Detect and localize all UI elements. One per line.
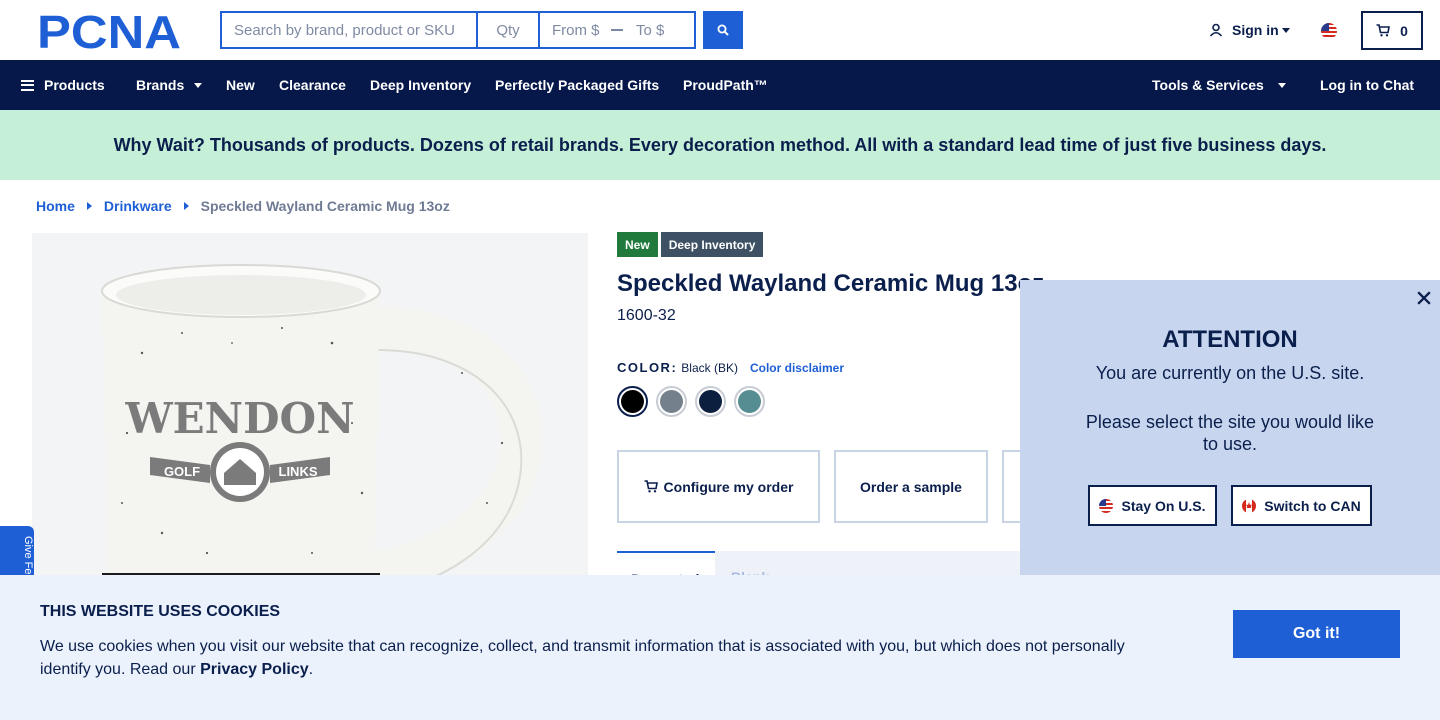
nav-tools-label: Tools & Services [1152, 77, 1264, 93]
caret-right-icon [86, 202, 92, 210]
nav-clearance[interactable]: Clearance [279, 60, 346, 110]
chevron-down-icon [1277, 82, 1286, 88]
canada-flag-icon [1242, 498, 1257, 513]
nav-proudpath[interactable]: ProudPath™ [683, 60, 768, 110]
accept-cookies-button[interactable]: Got it! [1233, 610, 1400, 658]
mug-logo-left: GOLF [164, 464, 200, 479]
log-in-to-chat-link[interactable]: Log in to Chat [1320, 60, 1414, 110]
caret-right-icon [183, 202, 189, 210]
configure-order-label: Configure my order [663, 478, 794, 495]
nav-new-label: New [226, 77, 255, 93]
breadcrumb: Home Drinkware Speckled Wayland Ceramic … [36, 198, 450, 214]
badge-new: New [617, 232, 658, 257]
modal-title: ATTENTION [1162, 326, 1298, 353]
nav-new[interactable]: New [226, 60, 255, 110]
sign-in-label: Sign in [1232, 22, 1279, 38]
swatch-teal[interactable] [734, 386, 765, 417]
site-header: PCNA Sign in [0, 0, 1440, 60]
user-icon [1209, 23, 1223, 37]
nav-brands-label: Brands [136, 77, 185, 93]
breadcrumb-home[interactable]: Home [36, 198, 75, 214]
modal-select-text: Please select the site you would like to… [1085, 412, 1375, 454]
us-flag-icon[interactable] [1321, 23, 1337, 39]
promo-banner: Why Wait? Thousands of products. Dozens … [0, 110, 1440, 180]
mug-logo-right: LINKS [279, 464, 318, 479]
cookie-text: We use cookies when you visit our websit… [40, 635, 1150, 681]
color-value: Black (BK) [681, 361, 738, 375]
search-input[interactable] [222, 13, 478, 47]
main-nav: Products Brands New Clearance Deep Inven… [0, 60, 1440, 110]
swatch-navy[interactable] [695, 386, 726, 417]
nav-brands[interactable]: Brands [136, 60, 203, 110]
cart-count: 0 [1400, 22, 1408, 39]
product-badges: New Deep Inventory [617, 232, 764, 257]
switch-to-can-label: Switch to CAN [1264, 497, 1361, 514]
price-to-input[interactable] [624, 13, 694, 47]
search-button[interactable] [703, 11, 743, 49]
chevron-down-icon [1281, 27, 1290, 33]
swatch-black[interactable] [617, 386, 648, 417]
svg-text:PCNA: PCNA [37, 12, 181, 50]
nav-deep-inventory[interactable]: Deep Inventory [370, 60, 471, 110]
color-disclaimer-link[interactable]: Color disclaimer [750, 361, 844, 375]
chat-label: Log in to Chat [1320, 77, 1415, 93]
cart-icon [644, 480, 658, 493]
nav-gifts-label: Perfectly Packaged Gifts [495, 77, 660, 93]
cookie-period: . [308, 661, 314, 678]
breadcrumb-current: Speckled Wayland Ceramic Mug 13oz [200, 198, 450, 214]
switch-to-can-button[interactable]: Switch to CAN [1231, 485, 1372, 526]
color-swatches [617, 386, 765, 417]
cookie-banner: THIS WEBSITE USES COOKIES We use cookies… [0, 575, 1440, 720]
sign-in-button[interactable]: Sign in [1209, 22, 1290, 38]
cart-icon [1376, 24, 1391, 37]
nav-deep-inventory-label: Deep Inventory [370, 77, 472, 93]
product-title: Speckled Wayland Ceramic Mug 13oz [617, 270, 1045, 297]
order-sample-label: Order a sample [860, 478, 962, 495]
nav-proudpath-label: ProudPath™ [683, 77, 768, 93]
nav-perfectly-packaged-gifts[interactable]: Perfectly Packaged Gifts [495, 60, 659, 110]
us-flag-icon [1099, 498, 1114, 513]
qty-input[interactable] [478, 13, 540, 47]
nav-products-label: Products [44, 77, 105, 93]
promo-text: Why Wait? Thousands of products. Dozens … [113, 134, 1327, 155]
modal-current-site-text: You are currently on the U.S. site. [1095, 363, 1365, 383]
color-label: COLOR: [617, 360, 678, 375]
privacy-policy-link[interactable]: Privacy Policy [200, 661, 309, 678]
feedback-label: Give Fe [22, 536, 34, 575]
stay-on-us-button[interactable]: Stay On U.S. [1088, 485, 1217, 526]
nav-products[interactable]: Products [21, 60, 105, 110]
cookie-title: THIS WEBSITE USES COOKIES [40, 603, 281, 620]
nav-clearance-label: Clearance [279, 77, 346, 93]
close-icon[interactable] [1417, 291, 1431, 305]
badge-deep-inventory: Deep Inventory [660, 232, 764, 257]
search-icon [717, 24, 729, 36]
search-group [220, 11, 696, 49]
product-image[interactable]: WENDON GOLF LINKS [32, 233, 588, 593]
swatch-gray[interactable] [656, 386, 687, 417]
cart-button[interactable]: 0 [1361, 11, 1423, 50]
price-range-dash [610, 13, 624, 47]
stay-on-us-label: Stay On U.S. [1121, 497, 1206, 514]
chevron-down-icon [194, 82, 203, 88]
order-sample-button[interactable]: Order a sample [834, 450, 988, 523]
configure-order-button[interactable]: Configure my order [617, 450, 820, 523]
price-from-input[interactable] [540, 13, 610, 47]
product-sku: 1600-32 [617, 307, 676, 324]
mug-logo-text: WENDON [125, 394, 355, 443]
breadcrumb-drinkware[interactable]: Drinkware [104, 198, 172, 214]
menu-icon [21, 79, 34, 91]
color-row: COLOR: Black (BK) Color disclaimer [617, 360, 844, 375]
nav-tools-services[interactable]: Tools & Services [1152, 60, 1286, 110]
pcna-logo[interactable]: PCNA [37, 12, 185, 50]
